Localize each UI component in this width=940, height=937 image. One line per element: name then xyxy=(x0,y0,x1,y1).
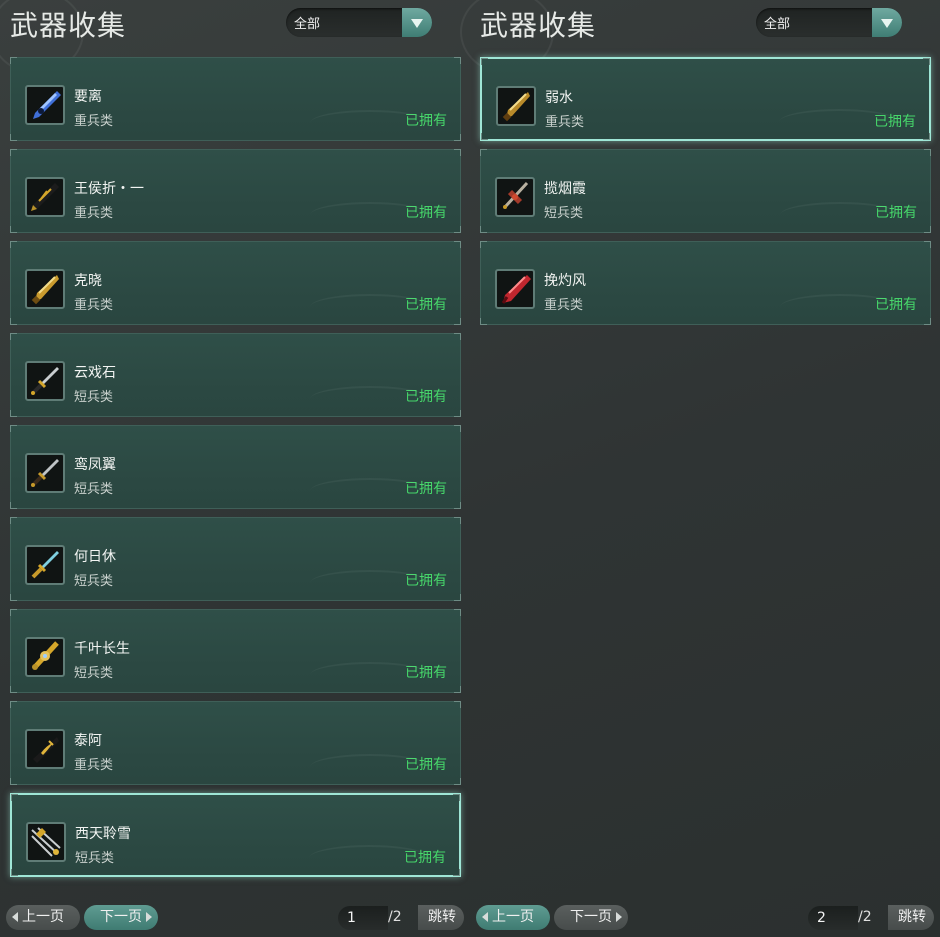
blue-crystal-blade-icon xyxy=(25,85,65,125)
owned-status: 已拥有 xyxy=(405,205,447,221)
weapon-name: 西天聆雪 xyxy=(75,826,131,842)
owned-status: 已拥有 xyxy=(405,757,447,773)
next-page-label: 下一页 xyxy=(100,909,142,925)
owned-status: 已拥有 xyxy=(875,297,917,313)
golden-blade-icon xyxy=(496,86,536,126)
jade-dagger-icon xyxy=(25,545,65,585)
dagger-icon xyxy=(25,361,65,401)
weapon-card[interactable]: 千叶长生 短兵类 已拥有 xyxy=(10,609,461,693)
filter-selected-value: 全部 xyxy=(764,17,791,32)
owned-status: 已拥有 xyxy=(405,573,447,589)
filter-dropdown[interactable]: 全部 xyxy=(756,8,902,37)
chevron-down-icon xyxy=(411,19,423,28)
weapon-card[interactable]: 挽灼风 重兵类 已拥有 xyxy=(480,241,931,325)
chevron-down-icon xyxy=(881,19,893,28)
page-title: 武器收集 xyxy=(10,9,127,42)
chevron-right-icon xyxy=(146,912,152,922)
weapon-name: 泰阿 xyxy=(74,733,102,749)
weapon-category: 短兵类 xyxy=(75,851,115,866)
pagination-bar: 上一页 下一页 1 /2 跳转 xyxy=(0,905,470,931)
page-total: /2 xyxy=(388,909,402,925)
weapon-card[interactable]: 何日休 短兵类 已拥有 xyxy=(10,517,461,601)
weapon-panel-page-2: 武器收集 全部 弱水 重兵类 已拥有 揽烟霞 短兵类 已拥有 挽灼风 重兵类 已… xyxy=(460,0,940,937)
weapon-card[interactable]: 西天聆雪 短兵类 已拥有 xyxy=(10,793,461,877)
weapon-name: 克晓 xyxy=(74,273,102,289)
weapon-category: 短兵类 xyxy=(74,666,114,681)
weapon-name: 弱水 xyxy=(545,90,573,106)
ornate-dagger-icon xyxy=(25,637,65,677)
weapon-category: 短兵类 xyxy=(544,206,584,221)
chevron-right-icon xyxy=(616,912,622,922)
trident-dagger-icon xyxy=(26,822,66,862)
weapon-category: 短兵类 xyxy=(74,390,114,405)
pagination-bar: 上一页 下一页 2 /2 跳转 xyxy=(470,905,940,931)
page-title: 武器收集 xyxy=(480,9,597,42)
prev-page-button[interactable]: 上一页 xyxy=(476,905,550,930)
weapon-name: 揽烟霞 xyxy=(544,181,586,197)
weapon-card[interactable]: 揽烟霞 短兵类 已拥有 xyxy=(480,149,931,233)
dropdown-toggle-button[interactable] xyxy=(402,8,432,37)
owned-status: 已拥有 xyxy=(405,297,447,313)
next-page-button[interactable]: 下一页 xyxy=(554,905,628,930)
weapon-card[interactable]: 云戏石 短兵类 已拥有 xyxy=(10,333,461,417)
owned-status: 已拥有 xyxy=(405,389,447,405)
jump-button[interactable]: 跳转 xyxy=(888,905,934,930)
weapon-category: 重兵类 xyxy=(74,758,114,773)
weapon-name: 鸾凤翼 xyxy=(74,457,116,473)
weapon-category: 重兵类 xyxy=(74,206,114,221)
weapon-name: 云戏石 xyxy=(74,365,116,381)
black-gold-sword-icon xyxy=(25,729,65,769)
dropdown-toggle-button[interactable] xyxy=(872,8,902,37)
filter-dropdown[interactable]: 全部 xyxy=(286,8,432,37)
weapon-card[interactable]: 王侯折・一 重兵类 已拥有 xyxy=(10,149,461,233)
dagger-icon xyxy=(25,453,65,493)
weapon-panel-page-1: 武器收集 全部 要离 重兵类 已拥有 王侯折・一 重兵类 已拥有 克晓 重兵类 … xyxy=(0,0,470,937)
weapon-card[interactable]: 弱水 重兵类 已拥有 xyxy=(480,57,931,141)
weapon-category: 短兵类 xyxy=(74,574,114,589)
weapon-list: 弱水 重兵类 已拥有 揽烟霞 短兵类 已拥有 挽灼风 重兵类 已拥有 xyxy=(480,57,931,333)
black-gold-sword-icon xyxy=(25,177,65,217)
red-ornate-dagger-icon xyxy=(495,177,535,217)
prev-page-label: 上一页 xyxy=(22,909,64,925)
owned-status: 已拥有 xyxy=(875,205,917,221)
weapon-name: 何日休 xyxy=(74,549,116,565)
weapon-card[interactable]: 泰阿 重兵类 已拥有 xyxy=(10,701,461,785)
weapon-category: 短兵类 xyxy=(74,482,114,497)
weapon-category: 重兵类 xyxy=(74,298,114,313)
weapon-name: 千叶长生 xyxy=(74,641,130,657)
next-page-label: 下一页 xyxy=(570,909,612,925)
chevron-left-icon xyxy=(12,912,18,922)
red-crystal-blade-icon xyxy=(495,269,535,309)
prev-page-label: 上一页 xyxy=(492,909,534,925)
chevron-left-icon xyxy=(482,912,488,922)
weapon-category: 重兵类 xyxy=(544,298,584,313)
weapon-list: 要离 重兵类 已拥有 王侯折・一 重兵类 已拥有 克晓 重兵类 已拥有 云戏石 … xyxy=(10,57,461,885)
jump-button[interactable]: 跳转 xyxy=(418,905,464,930)
owned-status: 已拥有 xyxy=(405,481,447,497)
owned-status: 已拥有 xyxy=(404,850,446,866)
filter-selected-value: 全部 xyxy=(294,17,321,32)
weapon-category: 重兵类 xyxy=(74,114,114,129)
owned-status: 已拥有 xyxy=(874,114,916,130)
owned-status: 已拥有 xyxy=(405,113,447,129)
weapon-name: 要离 xyxy=(74,89,102,105)
weapon-name: 王侯折・一 xyxy=(74,181,144,197)
owned-status: 已拥有 xyxy=(405,665,447,681)
weapon-name: 挽灼风 xyxy=(544,273,586,289)
page-total: /2 xyxy=(858,909,872,925)
weapon-category: 重兵类 xyxy=(545,115,585,130)
next-page-button[interactable]: 下一页 xyxy=(84,905,158,930)
weapon-card[interactable]: 鸾凤翼 短兵类 已拥有 xyxy=(10,425,461,509)
page-number-input[interactable]: 2 xyxy=(808,906,858,930)
golden-blade-icon xyxy=(25,269,65,309)
weapon-card[interactable]: 克晓 重兵类 已拥有 xyxy=(10,241,461,325)
page-number-input[interactable]: 1 xyxy=(338,906,388,930)
weapon-card[interactable]: 要离 重兵类 已拥有 xyxy=(10,57,461,141)
prev-page-button[interactable]: 上一页 xyxy=(6,905,80,930)
